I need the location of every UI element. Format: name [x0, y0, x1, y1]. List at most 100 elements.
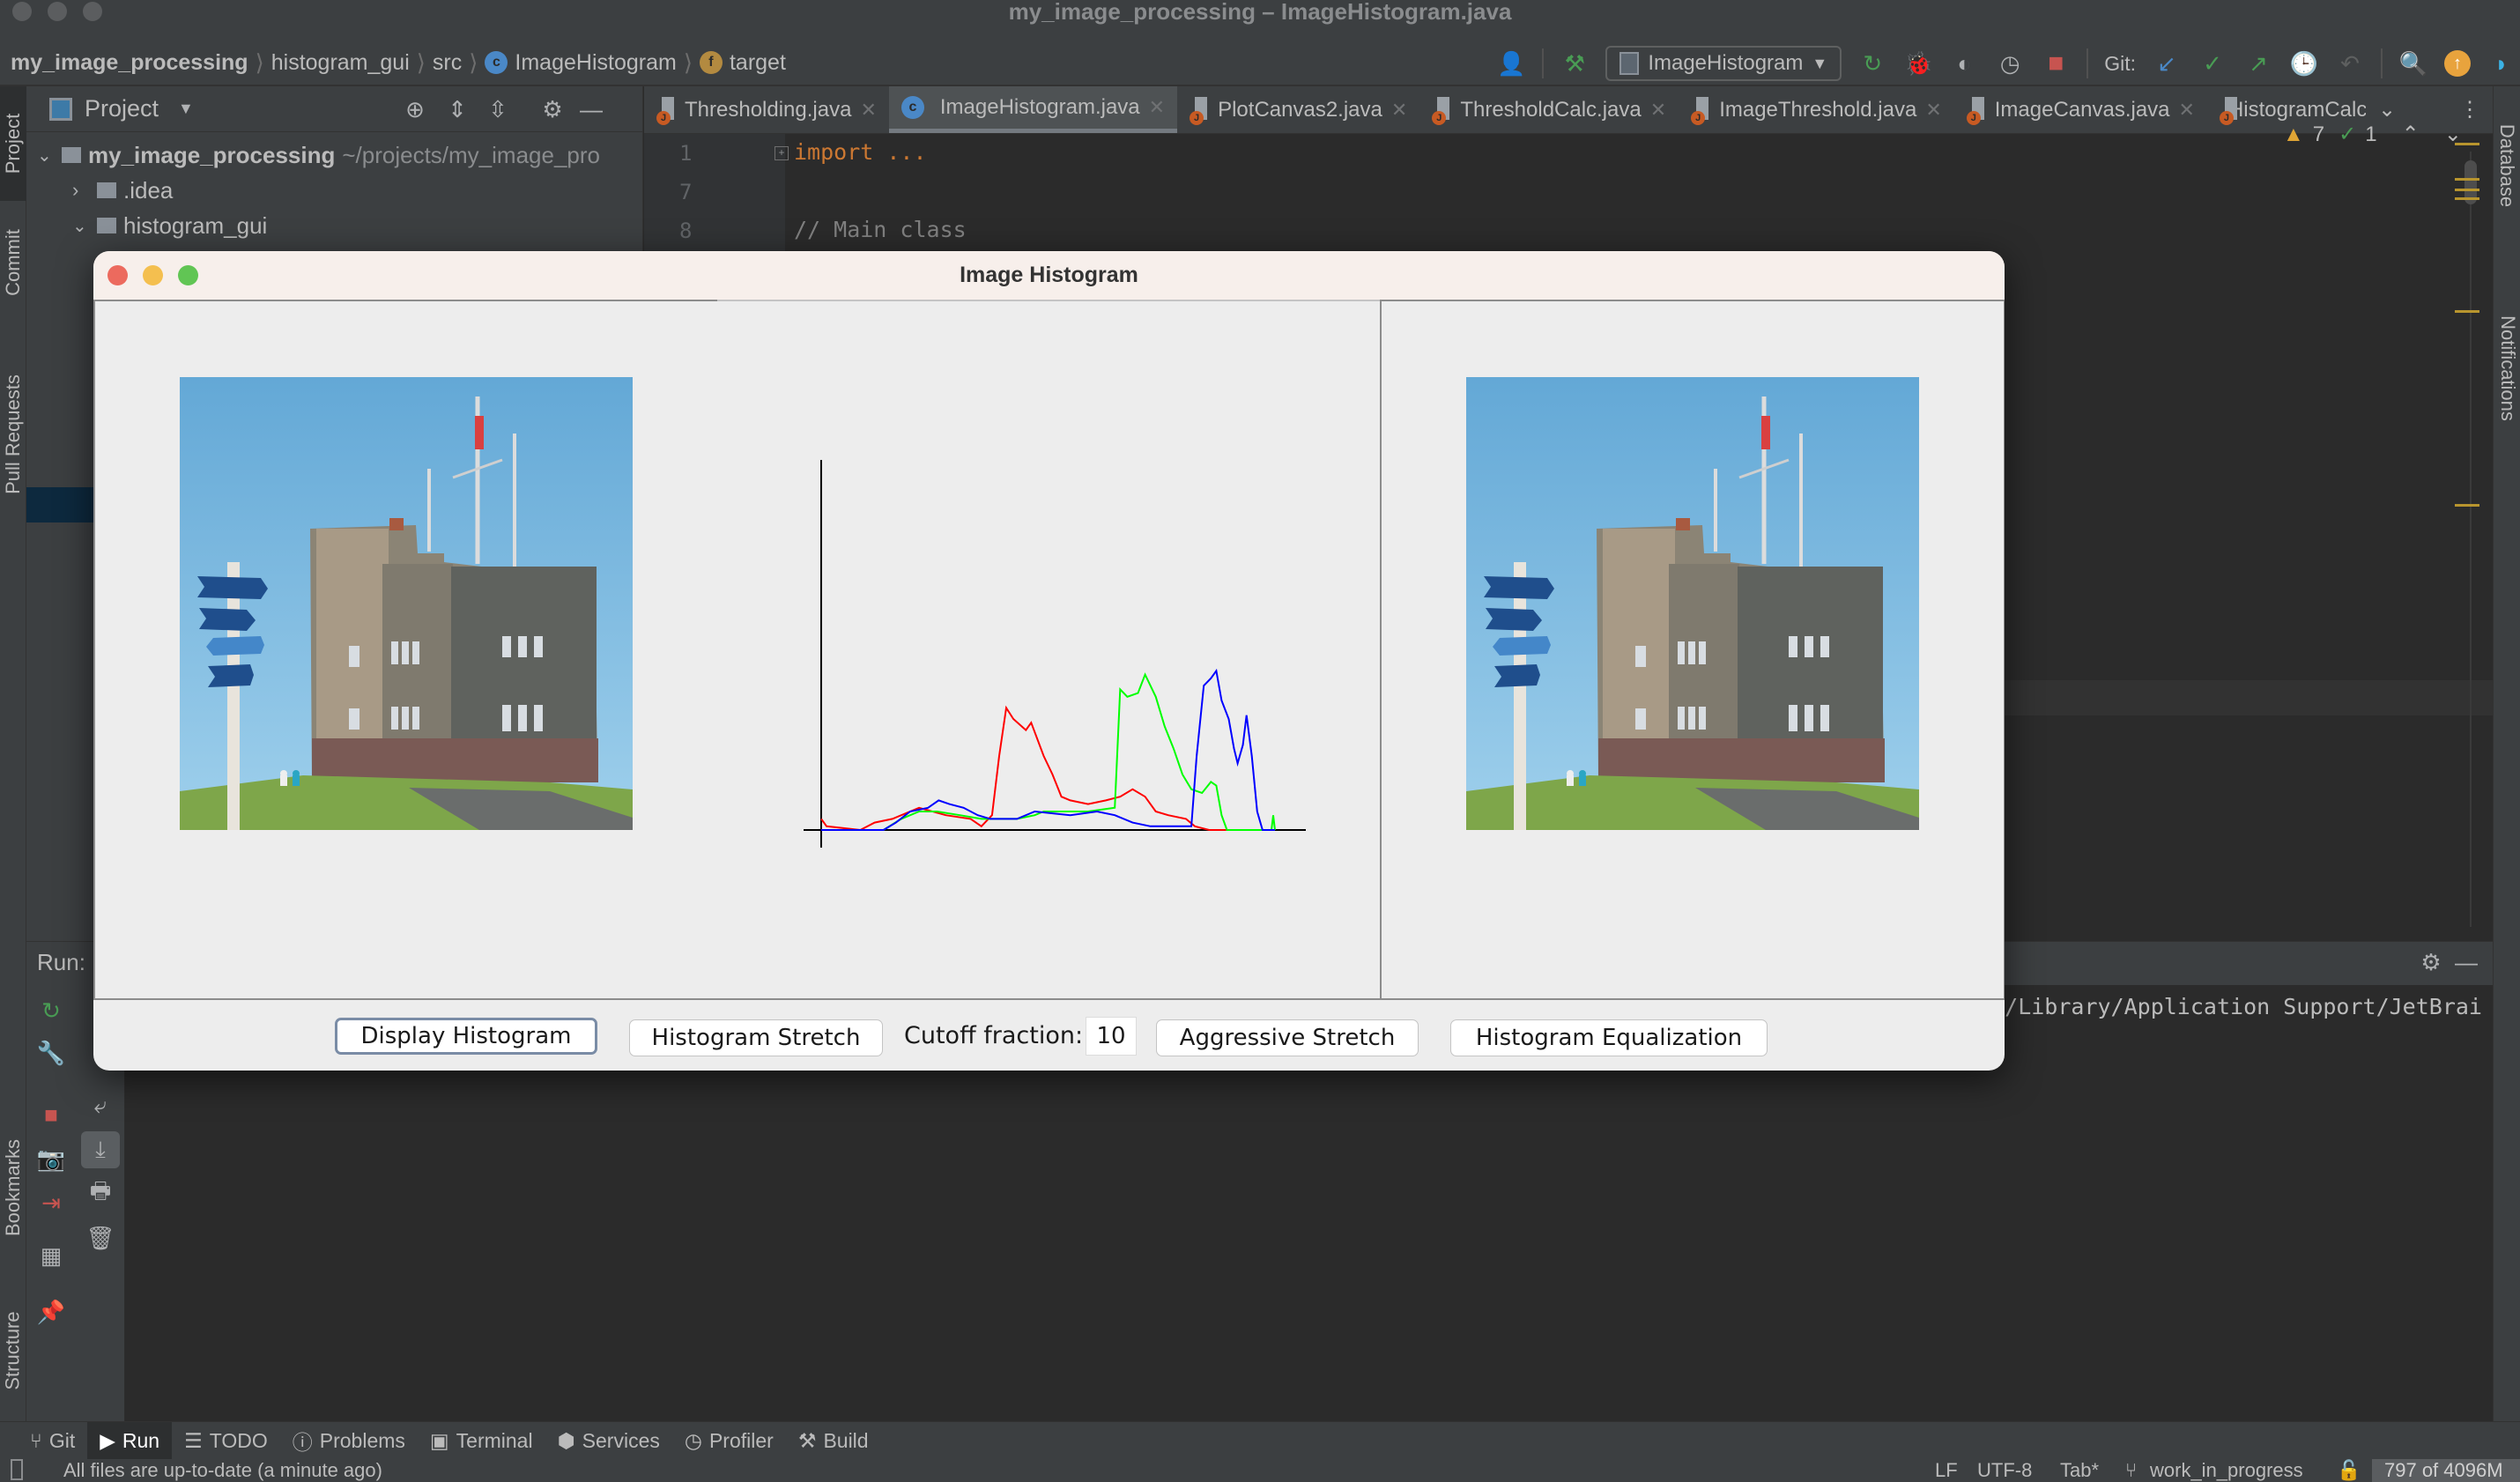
- chevron-down-icon[interactable]: ⌄: [72, 215, 97, 237]
- encoding-widget[interactable]: UTF-8: [1977, 1459, 2032, 1482]
- chevron-down-icon[interactable]: ⌄: [37, 144, 62, 167]
- scroll-to-end-icon[interactable]: ⤓: [81, 1131, 120, 1168]
- pin-icon[interactable]: 📌: [26, 1293, 76, 1330]
- histogram-stretch-button[interactable]: Histogram Stretch: [629, 1019, 883, 1056]
- git-push-icon[interactable]: ↗: [2243, 48, 2273, 78]
- tab-image-histogram[interactable]: c ImageHistogram.java ✕: [888, 86, 1178, 133]
- hide-panel-icon[interactable]: —: [576, 94, 606, 124]
- tool-button-run[interactable]: ▶ Run: [87, 1421, 173, 1460]
- profile-icon[interactable]: ◷: [1995, 48, 2025, 78]
- git-rollback-icon[interactable]: ↶: [2335, 48, 2365, 78]
- camera-dump-icon[interactable]: 📷: [26, 1140, 76, 1177]
- soft-wrap-icon[interactable]: ⤶: [76, 1087, 125, 1124]
- stripe-tab-bookmarks[interactable]: Bookmarks: [0, 1100, 26, 1276]
- run-configuration-select[interactable]: ImageHistogram ▼: [1605, 46, 1842, 81]
- wrench-icon[interactable]: 🔧: [26, 1034, 76, 1071]
- close-tab-icon[interactable]: ✕: [1391, 99, 1407, 122]
- tab-thresholding[interactable]: Thresholding.java ✕: [644, 86, 889, 133]
- tab-image-threshold[interactable]: ImageThreshold.java ✕: [1679, 86, 1954, 133]
- error-stripe-marker[interactable]: [2455, 504, 2479, 507]
- tool-button-git[interactable]: ⑂ Git: [18, 1422, 87, 1460]
- git-history-icon[interactable]: 🕒: [2289, 48, 2319, 78]
- layout-icon[interactable]: ▦: [26, 1237, 76, 1274]
- stripe-tab-pull-requests[interactable]: Pull Requests: [0, 351, 26, 518]
- tool-button-problems[interactable]: ⓘ Problems: [280, 1422, 418, 1460]
- print-icon[interactable]: 🖶: [76, 1175, 125, 1212]
- coverage-icon[interactable]: ◐: [1949, 48, 1979, 78]
- gear-icon[interactable]: ⚙: [537, 94, 567, 124]
- select-opened-file-icon[interactable]: ⊕: [400, 94, 430, 124]
- error-stripe-marker[interactable]: [2455, 189, 2479, 191]
- aggressive-stretch-button[interactable]: Aggressive Stretch: [1156, 1019, 1419, 1056]
- original-image: [180, 377, 633, 830]
- tool-button-services[interactable]: ⬢ Services: [545, 1422, 672, 1460]
- rerun-icon[interactable]: ↻: [26, 992, 76, 1029]
- stripe-tab-database[interactable]: Database: [2494, 86, 2520, 245]
- tool-button-profiler[interactable]: ◷ Profiler: [672, 1422, 786, 1460]
- debug-bug-icon[interactable]: 🐞: [1903, 48, 1933, 78]
- close-tab-icon[interactable]: ✕: [1925, 99, 1941, 122]
- breadcrumb-item-src[interactable]: src: [433, 50, 462, 76]
- stripe-tab-notifications[interactable]: Notifications: [2494, 263, 2520, 474]
- hide-panel-icon[interactable]: —: [2451, 947, 2481, 977]
- expand-all-icon[interactable]: ⇕: [442, 94, 472, 124]
- chevron-right-icon[interactable]: ›: [72, 179, 97, 202]
- rerun-icon[interactable]: ↻: [1857, 48, 1887, 78]
- tree-item-root[interactable]: ⌄ my_image_processing ~/projects/my_imag…: [26, 137, 642, 173]
- jetbrains-toolbox-icon[interactable]: ◗: [2487, 48, 2516, 78]
- stripe-tab-project[interactable]: Project: [0, 86, 26, 201]
- chevron-down-icon[interactable]: ▼: [178, 100, 194, 118]
- breadcrumb-item-field[interactable]: f target: [699, 50, 786, 76]
- dialog-titlebar[interactable]: Image Histogram: [93, 251, 2005, 300]
- stop-icon[interactable]: ■: [2041, 48, 2071, 78]
- project-panel-header: Project ▼ ⊕ ⇕ ⇳ ⚙ —: [26, 86, 642, 132]
- build-hammer-icon[interactable]: ⚒: [1560, 48, 1590, 78]
- close-tab-icon[interactable]: ✕: [860, 99, 876, 122]
- tree-item-histogram-gui[interactable]: ⌄ histogram_gui: [26, 208, 642, 243]
- trash-icon[interactable]: 🗑: [76, 1219, 125, 1256]
- tool-button-build[interactable]: ⚒ Build: [786, 1422, 881, 1460]
- line-separator-widget[interactable]: LF: [1935, 1459, 1958, 1482]
- error-stripe-marker[interactable]: [2455, 197, 2479, 200]
- toggle-tool-windows-icon[interactable]: [11, 1459, 23, 1480]
- exit-icon[interactable]: ⇥: [26, 1184, 76, 1221]
- photo-svg: [180, 377, 633, 830]
- close-tab-icon[interactable]: ✕: [1149, 96, 1165, 119]
- tool-button-terminal[interactable]: ▣ Terminal: [418, 1422, 545, 1460]
- collapse-all-icon[interactable]: ⇳: [483, 94, 513, 124]
- error-stripe-marker[interactable]: [2455, 143, 2479, 145]
- histogram-equalization-button[interactable]: Histogram Equalization: [1450, 1019, 1768, 1056]
- error-stripe-marker[interactable]: [2455, 310, 2479, 313]
- previous-highlight-icon[interactable]: ⌃: [2402, 122, 2420, 147]
- inspection-widget[interactable]: ▲ 7 ✓ 1 ⌃ ⌄: [2283, 122, 2462, 147]
- git-branch-widget[interactable]: work_in_progress: [2150, 1459, 2303, 1482]
- git-update-icon[interactable]: ↙: [2152, 48, 2182, 78]
- update-available-icon[interactable]: ↑: [2444, 50, 2471, 77]
- tree-item-idea[interactable]: › .idea: [26, 173, 642, 208]
- stripe-tab-structure[interactable]: Structure: [0, 1285, 26, 1417]
- stop-icon[interactable]: ■: [26, 1096, 76, 1133]
- cutoff-fraction-input[interactable]: [1086, 1017, 1137, 1056]
- tab-plot-canvas2[interactable]: PlotCanvas2.java ✕: [1177, 86, 1419, 133]
- error-stripe-marker[interactable]: [2455, 178, 2479, 181]
- indent-widget[interactable]: Tab*: [2060, 1459, 2099, 1482]
- tab-image-canvas[interactable]: ImageCanvas.java ✕: [1954, 86, 2207, 133]
- tool-button-todo[interactable]: ☰ TODO: [172, 1422, 280, 1460]
- breadcrumb-item-class[interactable]: c ImageHistogram: [485, 50, 677, 76]
- lock-icon[interactable]: 🔓: [2337, 1459, 2361, 1482]
- stripe-tab-commit[interactable]: Commit: [0, 210, 26, 315]
- close-tab-icon[interactable]: ✕: [2179, 99, 2195, 122]
- git-commit-icon[interactable]: ✓: [2198, 48, 2227, 78]
- close-tab-icon[interactable]: ✕: [1650, 99, 1666, 122]
- editor-scrollbar-track[interactable]: [2470, 152, 2472, 927]
- breadcrumb-item-module[interactable]: histogram_gui: [271, 50, 410, 76]
- breadcrumb-separator-icon: ⟩: [469, 48, 478, 76]
- project-view-select[interactable]: Project: [85, 95, 159, 122]
- breadcrumb-item-project[interactable]: my_image_processing: [11, 50, 248, 76]
- search-icon[interactable]: 🔍: [2398, 48, 2428, 78]
- fold-expand-icon[interactable]: +: [775, 146, 789, 160]
- user-account-icon[interactable]: 👤: [1496, 48, 1526, 78]
- tab-threshold-calc[interactable]: ThresholdCalc.java ✕: [1419, 86, 1679, 133]
- gear-icon[interactable]: ⚙: [2416, 947, 2446, 977]
- display-histogram-button[interactable]: Display Histogram: [335, 1018, 597, 1055]
